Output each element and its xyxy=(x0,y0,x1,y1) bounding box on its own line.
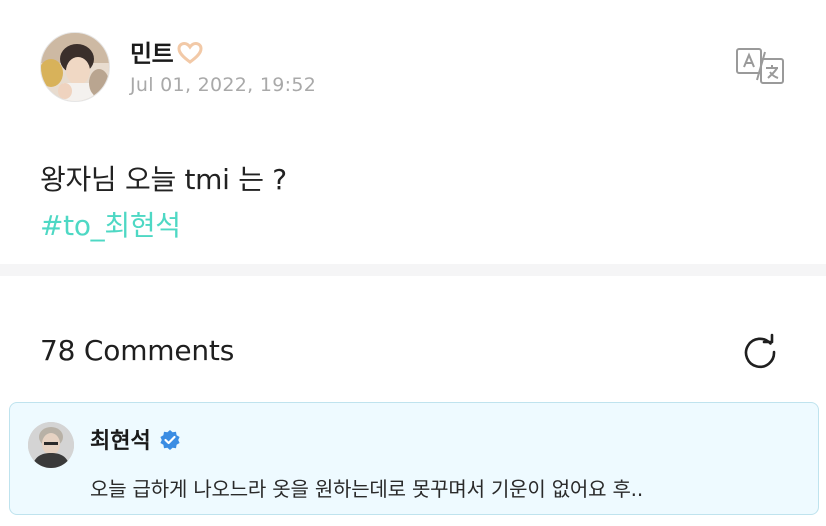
author-avatar[interactable] xyxy=(40,32,110,102)
commenter-name-text: 최현석 xyxy=(90,429,151,454)
post-header: 민트 Jul 01, 2022, 19:52 xyxy=(40,32,800,104)
refresh-icon xyxy=(744,333,776,369)
section-divider xyxy=(0,264,826,276)
commenter-name[interactable]: 최현석 xyxy=(90,423,181,455)
heart-hands-emoji xyxy=(177,41,203,70)
post-date: Jul 01, 2022, 19:52 xyxy=(130,74,317,96)
post-page: 민트 Jul 01, 2022, 19:52 왕자님 오늘 tmi 는 ? #t… xyxy=(0,0,826,526)
highlighted-comment[interactable]: 최현석 오늘 급하게 나오느라 옷을 원하는데로 못꾸며서 기운이 없어요 후.… xyxy=(9,402,819,515)
refresh-button[interactable] xyxy=(740,332,780,372)
commenter-avatar-image xyxy=(28,422,74,468)
verified-badge-icon xyxy=(159,429,181,451)
hashtag-link[interactable]: #to_최현석 xyxy=(40,204,181,244)
author-name-text: 민트 xyxy=(130,40,174,68)
post-text: 왕자님 오늘 tmi 는 ? xyxy=(40,163,287,196)
author-name[interactable]: 민트 xyxy=(130,34,203,70)
translate-icon xyxy=(736,48,784,84)
author-avatar-image xyxy=(41,33,109,101)
post-body: 왕자님 오늘 tmi 는 ? #to_최현석 xyxy=(40,158,800,244)
translate-button[interactable] xyxy=(735,46,787,86)
comment-text: 오늘 급하게 나오느라 옷을 원하는데로 못꾸며서 기운이 없어요 후.. xyxy=(90,477,643,501)
comments-count: 78 Comments xyxy=(40,334,235,367)
commenter-avatar[interactable] xyxy=(28,422,74,468)
